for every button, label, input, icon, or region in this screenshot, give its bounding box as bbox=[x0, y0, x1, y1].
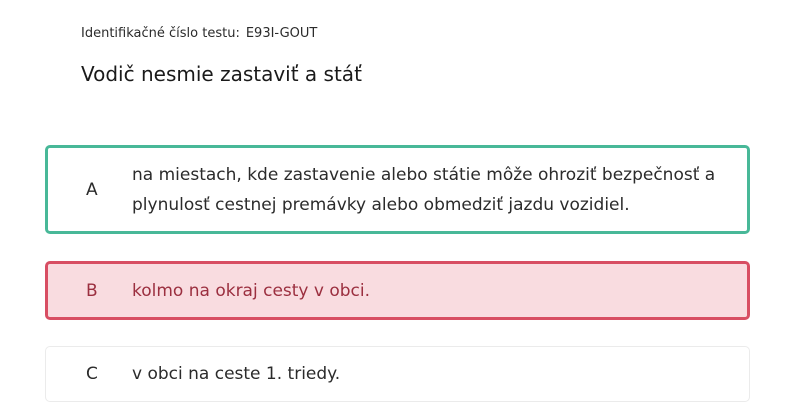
answer-text: v obci na ceste 1. triedy. bbox=[132, 364, 341, 384]
answer-option-c[interactable]: C v obci na ceste 1. triedy. bbox=[45, 346, 750, 402]
test-id-value: E93I-GOUT bbox=[245, 26, 318, 41]
answer-text: kolmo na okraj cesty v obci. bbox=[132, 280, 371, 301]
answer-letter: A bbox=[86, 179, 98, 200]
test-id-label: Identifikačné číslo testu: bbox=[81, 26, 240, 41]
answer-letter: B bbox=[86, 280, 98, 301]
question-title: Vodič nesmie zastaviť a stáť bbox=[81, 62, 362, 86]
answer-letter: C bbox=[86, 364, 98, 384]
test-id: Identifikačné číslo testu: E93I-GOUT bbox=[81, 26, 317, 41]
answer-option-b[interactable]: B kolmo na okraj cesty v obci. bbox=[45, 261, 750, 320]
answer-text: na miestach, kde zastavenie alebo státie… bbox=[132, 164, 716, 215]
answer-option-a[interactable]: A na miestach, kde zastavenie alebo stát… bbox=[45, 145, 750, 234]
